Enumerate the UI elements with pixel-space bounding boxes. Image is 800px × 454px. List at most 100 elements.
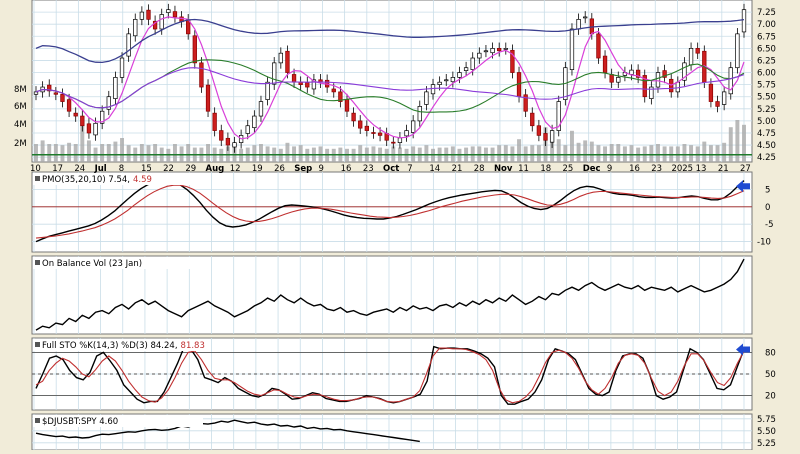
candle-body — [735, 33, 740, 69]
candle-body — [331, 88, 336, 93]
x-tick-label: 11 — [518, 164, 529, 174]
candle-body — [536, 125, 542, 136]
volume-bar — [153, 144, 158, 162]
candle-body — [417, 106, 422, 122]
candle-body — [490, 48, 495, 54]
candle-body — [721, 91, 727, 105]
volume-bar — [576, 142, 581, 162]
candle-body — [258, 101, 264, 117]
candle-body — [503, 48, 508, 50]
volume-bar — [742, 124, 746, 162]
volume-bar — [583, 140, 588, 162]
candle-body — [741, 9, 747, 33]
x-tick-label: 21 — [718, 164, 729, 174]
candle-body — [245, 125, 250, 134]
candle-body — [133, 18, 138, 37]
volume-bar — [497, 145, 502, 162]
x-tick-label: 8 — [119, 164, 124, 174]
volume-bar — [126, 145, 131, 162]
volume-bar — [536, 145, 541, 162]
candle-body — [602, 55, 608, 73]
x-tick-label: 18 — [540, 164, 551, 174]
candle-body — [66, 99, 72, 112]
obv-label: On Balance Vol (23 Jan) — [42, 259, 142, 269]
rel-label-marker-icon — [35, 418, 40, 423]
pmo-y-tick: -5 — [765, 220, 773, 230]
candle-body — [192, 35, 197, 64]
price-y-tick: 6.50 — [757, 44, 776, 54]
volume-bar — [120, 138, 124, 162]
volume-bar — [649, 145, 654, 162]
volume-bar — [503, 145, 508, 162]
candle-body — [437, 81, 442, 85]
x-tick-label: 9 — [318, 164, 323, 174]
x-tick-label: Dec — [583, 164, 601, 174]
x-tick-label: 14 — [429, 164, 440, 174]
volume-bar — [100, 144, 105, 162]
volume-y-tick: 8M — [14, 85, 27, 95]
volume-bar — [556, 139, 561, 162]
price-y-tick: 4.50 — [757, 141, 776, 151]
volume-bar — [722, 142, 727, 162]
volume-bar — [682, 144, 687, 162]
x-tick-label: 17 — [52, 164, 63, 174]
x-tick-label: 24 — [74, 164, 85, 174]
candle-body — [146, 9, 151, 20]
candle-body — [470, 57, 475, 70]
volume-bar — [569, 130, 574, 162]
volume-bar — [47, 144, 52, 162]
volume-bar — [702, 141, 707, 162]
candle-body — [60, 93, 65, 102]
chart-svg: 10 17 24 Jul 8 15 22 29 Aug 12 19 26 Sep 9 16 23 Oct 7 14 2… — [14, 0, 776, 451]
candle-body — [424, 91, 429, 105]
stock-chart: 10 17 24 Jul 8 15 22 29 Aug 12 19 26 Sep 9 16 23 Oct 7 14 2… — [0, 0, 800, 451]
candle-body — [444, 79, 449, 82]
obv-label-marker-icon — [35, 260, 40, 265]
pmo-y-tick: 0 — [765, 203, 770, 213]
x-tick-label: 28 — [474, 164, 485, 174]
price-y-tick: 6.00 — [757, 69, 776, 79]
candle-body — [609, 74, 614, 83]
candle-body — [86, 123, 92, 134]
rel-label: $DJUSBT:SPY 4.60 — [42, 417, 118, 427]
x-tick-label: 13 — [696, 164, 707, 174]
candle-body — [232, 142, 237, 148]
volume-bar — [530, 145, 535, 162]
candle-body — [113, 77, 118, 100]
candle-body — [483, 50, 489, 53]
x-tick-label: 25 — [563, 164, 574, 174]
candle-body — [172, 11, 178, 18]
x-tick-label: 21 — [452, 164, 463, 174]
candle-body — [596, 33, 601, 59]
sto-label: Full STO %K(14,3) %D(3) 84.24, 81.83 — [42, 341, 205, 351]
x-tick-label: 23 — [651, 164, 662, 174]
volume-bar — [596, 145, 601, 162]
candle-body — [272, 62, 277, 85]
candle-body — [411, 120, 416, 133]
candle-body — [695, 48, 700, 54]
candle-body — [166, 9, 171, 13]
candle-body — [93, 122, 98, 136]
volume-bar — [106, 144, 111, 162]
x-tick-label: 7 — [407, 164, 412, 174]
volume-bar — [298, 145, 303, 162]
volume-bar — [517, 139, 521, 162]
price-y-tick: 5.25 — [757, 105, 776, 115]
sto-label-marker-icon — [35, 342, 40, 347]
candle-body — [477, 52, 482, 59]
candle-body — [391, 141, 396, 144]
candle-body — [159, 14, 164, 30]
candle-body — [530, 112, 535, 127]
x-tick-label: Oct — [383, 164, 399, 174]
price-y-tick: 5.75 — [757, 81, 776, 91]
volume-bar — [186, 144, 191, 162]
candle-body — [199, 62, 204, 88]
candle-body — [344, 99, 350, 112]
volume-bar — [172, 144, 177, 162]
candle-body — [655, 72, 661, 88]
sto-signal-value: 81.83 — [181, 341, 205, 351]
candle-body — [404, 130, 409, 137]
price-y-tick: 5.00 — [757, 117, 776, 127]
pmo-y-tick: 5 — [765, 185, 770, 195]
candle-body — [351, 112, 356, 122]
